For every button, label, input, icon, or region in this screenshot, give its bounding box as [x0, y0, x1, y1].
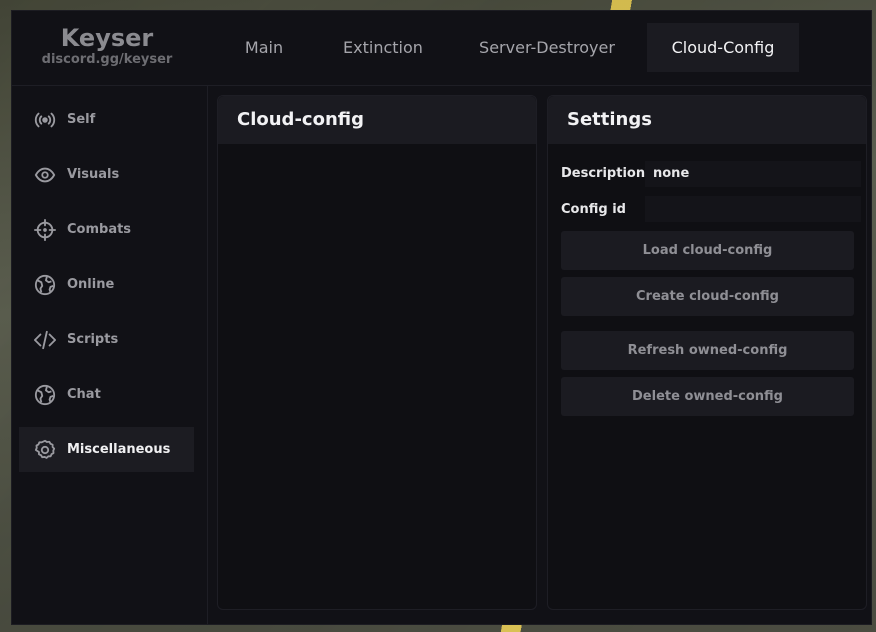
- delete-owned-config-button[interactable]: Delete owned-config: [561, 377, 854, 416]
- sidebar-item-label: Scripts: [67, 332, 119, 347]
- code-icon: [34, 329, 56, 351]
- sidebar-item-scripts[interactable]: Scripts: [19, 317, 194, 362]
- tab-main[interactable]: Main: [224, 23, 304, 72]
- gear-icon: [34, 439, 56, 461]
- brand-subtitle: discord.gg/keyser: [41, 52, 173, 67]
- sidebar-item-label: Miscellaneous: [67, 442, 171, 457]
- sidebar-item-label: Self: [67, 112, 96, 127]
- brand: Keyser discord.gg/keyser: [22, 23, 192, 67]
- sidebar-item-label: Chat: [67, 387, 101, 402]
- tab-extinction[interactable]: Extinction: [324, 23, 442, 72]
- tab-cloud-config[interactable]: Cloud-Config: [647, 23, 799, 72]
- cloud-config-panel: Cloud-config: [217, 95, 537, 610]
- eye-icon: [34, 164, 56, 186]
- sidebar-item-combats[interactable]: Combats: [19, 207, 194, 252]
- settings-title: Settings: [548, 96, 866, 144]
- brand-name: Keyser: [60, 24, 154, 52]
- sidebar: Self Visuals Combats Online Scripts Chat…: [12, 86, 208, 624]
- settings-panel: Settings Description none Config id Load…: [547, 95, 867, 610]
- tab-server-destroyer[interactable]: Server-Destroyer: [462, 23, 632, 72]
- globe-icon: [34, 384, 56, 406]
- config-id-field[interactable]: [645, 196, 861, 222]
- broadcast-icon: [34, 109, 56, 131]
- top-bar: Keyser discord.gg/keyser Main Extinction…: [12, 11, 871, 86]
- sidebar-item-miscellaneous[interactable]: Miscellaneous: [19, 427, 194, 472]
- sidebar-item-label: Visuals: [67, 167, 120, 182]
- sidebar-item-chat[interactable]: Chat: [19, 372, 194, 417]
- refresh-owned-config-button[interactable]: Refresh owned-config: [561, 331, 854, 370]
- crosshair-icon: [34, 218, 56, 241]
- description-field[interactable]: none: [645, 161, 861, 187]
- description-label: Description: [561, 166, 646, 181]
- sidebar-item-online[interactable]: Online: [19, 262, 194, 307]
- globe-icon: [34, 274, 56, 296]
- sidebar-item-self[interactable]: Self: [19, 97, 194, 142]
- sidebar-item-label: Combats: [67, 222, 132, 237]
- menu-window: Keyser discord.gg/keyser Main Extinction…: [12, 11, 871, 624]
- sidebar-item-label: Online: [67, 277, 115, 292]
- create-cloud-config-button[interactable]: Create cloud-config: [561, 277, 854, 316]
- load-cloud-config-button[interactable]: Load cloud-config: [561, 231, 854, 270]
- cloud-config-title: Cloud-config: [218, 96, 536, 144]
- config-id-label: Config id: [561, 202, 626, 217]
- sidebar-item-visuals[interactable]: Visuals: [19, 152, 194, 197]
